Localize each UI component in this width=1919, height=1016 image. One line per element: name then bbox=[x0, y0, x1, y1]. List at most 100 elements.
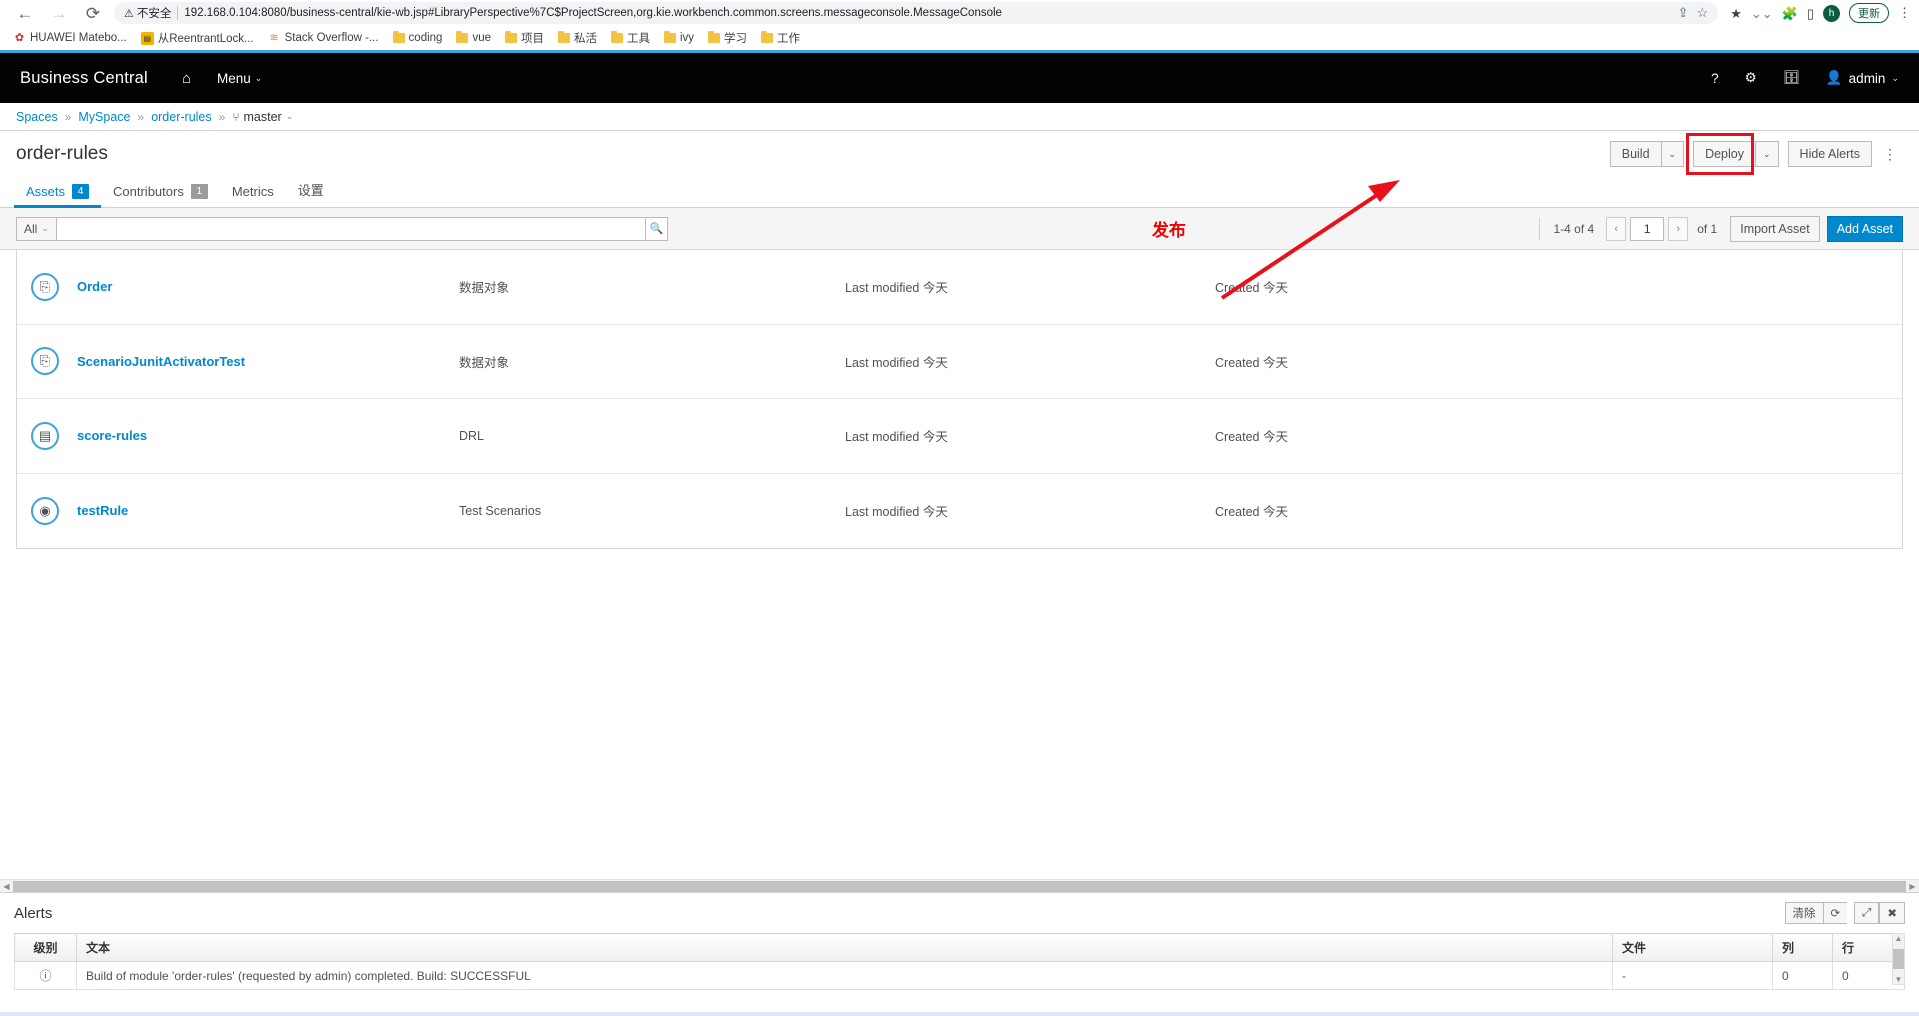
help-icon[interactable]: ? bbox=[1711, 71, 1719, 86]
alerts-vertical-scrollbar[interactable]: ▲ ▼ bbox=[1892, 933, 1905, 985]
folder-icon bbox=[456, 33, 468, 43]
filter-type-select[interactable]: All ⌄ bbox=[16, 217, 56, 241]
tab-settings[interactable]: 设置 bbox=[286, 180, 336, 207]
pagination-prev-button[interactable]: ‹ bbox=[1606, 217, 1626, 241]
update-button[interactable]: 更新 bbox=[1849, 3, 1889, 23]
breadcrumb-item-spaces[interactable]: Spaces bbox=[16, 110, 58, 124]
tab-label: Metrics bbox=[232, 184, 274, 199]
alerts-title: Alerts bbox=[14, 905, 52, 922]
back-button[interactable]: ← bbox=[8, 1, 42, 25]
pagination-next-button[interactable]: › bbox=[1668, 217, 1688, 241]
alert-file: - bbox=[1613, 962, 1773, 990]
scroll-left-icon[interactable]: ◀ bbox=[0, 882, 13, 891]
breadcrumb: Spaces » MySpace » order-rules » ⑂ maste… bbox=[0, 103, 1919, 131]
bookmark-item[interactable]: ▤从ReentrantLock... bbox=[134, 30, 261, 46]
branch-selector[interactable]: ⑂ master ⌄ bbox=[232, 110, 293, 124]
import-asset-button[interactable]: Import Asset bbox=[1730, 216, 1819, 242]
asset-last-modified: Last modified 今天 bbox=[845, 426, 1215, 445]
bookmark-item[interactable]: 项目 bbox=[498, 30, 551, 46]
pagination-page-input[interactable] bbox=[1630, 217, 1664, 241]
assets-list: ⎘ Order 数据对象 Last modified 今天 Created 今天… bbox=[16, 250, 1903, 549]
bookmark-item[interactable]: coding bbox=[386, 32, 450, 44]
scroll-right-icon[interactable]: ▶ bbox=[1906, 882, 1919, 891]
device-icon[interactable]: ▯ bbox=[1807, 7, 1814, 20]
expand-icon[interactable]: ⤢ bbox=[1854, 902, 1879, 924]
horizontal-scrollbar[interactable]: ◀ ▶ bbox=[0, 879, 1919, 892]
browser-menu-icon[interactable]: ⋮ bbox=[1898, 5, 1911, 21]
omnibox-actions: ⇪ ☆ bbox=[1672, 5, 1709, 21]
scroll-up-icon[interactable]: ▲ bbox=[1895, 934, 1903, 943]
omnibox-divider bbox=[177, 6, 178, 20]
menu-dropdown[interactable]: Menu ⌄ bbox=[217, 71, 262, 86]
bookmark-star-icon[interactable]: ★ bbox=[1730, 7, 1742, 20]
reload-button[interactable]: ⟳ bbox=[76, 1, 110, 25]
scroll-thumb[interactable] bbox=[1893, 949, 1904, 969]
bookmark-item[interactable]: ✿HUAWEI Matebo... bbox=[6, 32, 134, 45]
scroll-down-icon[interactable]: ▼ bbox=[1895, 975, 1903, 984]
hide-alerts-button[interactable]: Hide Alerts bbox=[1788, 141, 1872, 167]
close-icon[interactable]: ✖ bbox=[1879, 902, 1905, 924]
share-icon[interactable]: ⇪ bbox=[1678, 5, 1689, 21]
filter-toolbar: All ⌄ 🔍 发布 1-4 of 4 ‹ › of 1 Import Asse… bbox=[0, 208, 1919, 250]
column-header-column[interactable]: 列 bbox=[1773, 934, 1833, 962]
address-bar[interactable]: ⚠ 不安全 192.168.0.104:8080/business-centra… bbox=[114, 2, 1718, 24]
asset-last-modified: Last modified 今天 bbox=[845, 501, 1215, 520]
stackoverflow-icon: ≋ bbox=[268, 32, 281, 45]
asset-name-link[interactable]: ScenarioJunitActivatorTest bbox=[77, 354, 459, 369]
column-header-text[interactable]: 文本 bbox=[77, 934, 1613, 962]
bookmark-item[interactable]: 学习 bbox=[701, 30, 754, 46]
chevron-down-icon: ⌄ bbox=[41, 223, 49, 234]
breadcrumb-item-myspace[interactable]: MySpace bbox=[78, 110, 130, 124]
bookmark-label: vue bbox=[472, 32, 491, 44]
bookmark-item[interactable]: 工作 bbox=[754, 30, 807, 46]
asset-created: Created 今天 bbox=[1215, 352, 1288, 371]
gear-icon[interactable]: ⚙ bbox=[1745, 70, 1757, 86]
pagination-range: 1-4 of 4 bbox=[1554, 222, 1595, 236]
tab-contributors[interactable]: Contributors 1 bbox=[101, 184, 220, 207]
table-row[interactable]: ▤ score-rules DRL Last modified 今天 Creat… bbox=[17, 399, 1902, 474]
bookmark-item[interactable]: ≋Stack Overflow -... bbox=[261, 32, 386, 45]
profile-avatar[interactable]: h bbox=[1823, 5, 1840, 22]
pagination-controls: 1-4 of 4 ‹ › of 1 Import Asset Add Asset bbox=[1539, 216, 1904, 242]
asset-name-link[interactable]: testRule bbox=[77, 503, 459, 518]
pagination-divider bbox=[1539, 218, 1540, 240]
forward-button[interactable]: → bbox=[42, 1, 76, 25]
download-icon[interactable]: ⌄⌄ bbox=[1751, 7, 1773, 20]
tab-metrics[interactable]: Metrics bbox=[220, 184, 286, 207]
column-header-level[interactable]: 级别 bbox=[15, 934, 77, 962]
build-dropdown-toggle[interactable]: ⌄ bbox=[1662, 141, 1685, 167]
star-outline-icon[interactable]: ☆ bbox=[1697, 5, 1709, 21]
bookmark-item[interactable]: 私活 bbox=[551, 30, 604, 46]
breadcrumb-item-order-rules[interactable]: order-rules bbox=[151, 110, 211, 124]
table-row[interactable]: ◉ testRule Test Scenarios Last modified … bbox=[17, 474, 1902, 549]
security-warning[interactable]: ⚠ 不安全 bbox=[124, 5, 171, 21]
briefcase-icon[interactable]: 🗄 bbox=[1783, 70, 1800, 86]
bookmark-item[interactable]: 工具 bbox=[604, 30, 657, 46]
asset-name-link[interactable]: score-rules bbox=[77, 428, 459, 443]
user-menu[interactable]: 👤 admin ⌄ bbox=[1826, 70, 1899, 86]
table-row[interactable]: ⎘ ScenarioJunitActivatorTest 数据对象 Last m… bbox=[17, 325, 1902, 400]
bookmark-item[interactable]: vue bbox=[449, 32, 498, 44]
table-row[interactable]: ⎘ Order 数据对象 Last modified 今天 Created 今天 bbox=[17, 250, 1902, 325]
deploy-button[interactable]: Deploy bbox=[1693, 141, 1756, 167]
build-button[interactable]: Build bbox=[1610, 141, 1662, 167]
table-row[interactable]: ⓘ Build of module 'order-rules' (request… bbox=[15, 962, 1905, 990]
scroll-thumb[interactable] bbox=[13, 881, 1906, 892]
search-input[interactable] bbox=[56, 217, 646, 241]
column-header-file[interactable]: 文件 bbox=[1613, 934, 1773, 962]
bookmark-item[interactable]: ivy bbox=[657, 32, 701, 44]
asset-last-modified: Last modified 今天 bbox=[845, 352, 1215, 371]
page-kebab-menu[interactable]: ⋮ bbox=[1877, 147, 1903, 161]
home-icon[interactable]: ⌂ bbox=[182, 70, 191, 87]
asset-created: Created 今天 bbox=[1215, 501, 1288, 520]
asset-name-link[interactable]: Order bbox=[77, 279, 459, 294]
refresh-icon[interactable]: ⟳ bbox=[1823, 902, 1848, 924]
add-asset-button[interactable]: Add Asset bbox=[1827, 216, 1903, 242]
clear-alerts-button[interactable]: 清除 bbox=[1785, 902, 1823, 924]
search-icon[interactable]: 🔍 bbox=[646, 217, 668, 241]
deploy-dropdown-toggle[interactable]: ⌄ bbox=[1756, 141, 1779, 167]
url-text: 192.168.0.104:8080/business-central/kie-… bbox=[184, 7, 1665, 19]
bookmark-label: ivy bbox=[680, 32, 694, 44]
tab-assets[interactable]: Assets 4 bbox=[14, 184, 101, 207]
extension-icon[interactable]: 🧩 bbox=[1782, 7, 1798, 20]
